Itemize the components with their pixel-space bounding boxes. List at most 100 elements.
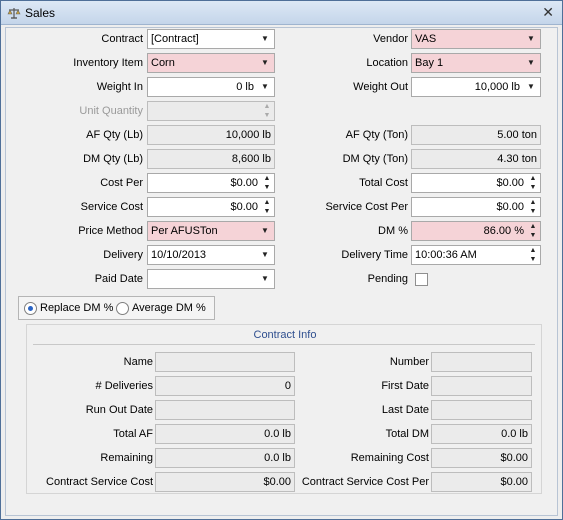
service-cost-per-field[interactable]: $0.00 ▲ ▼	[411, 197, 541, 217]
contract-value: [Contract]	[151, 33, 199, 45]
ci-contract-service-cost-per-field: $0.00	[431, 472, 532, 492]
ci-remaining-label: Remaining	[100, 452, 153, 464]
ci-total-dm-field: 0.0 lb	[431, 424, 532, 444]
service-cost-per-value: $0.00	[496, 201, 524, 213]
ci-total-af-field: 0.0 lb	[155, 424, 295, 444]
ci-last-date-field	[431, 400, 532, 420]
total-cost-value: $0.00	[496, 177, 524, 189]
average-dm-radio[interactable]	[116, 302, 129, 315]
vendor-dropdown[interactable]: VAS ▼	[411, 29, 541, 49]
delivery-label: Delivery	[103, 249, 143, 261]
chevron-down-icon[interactable]: ▼	[257, 55, 273, 71]
spinner-icon[interactable]: ▲ ▼	[527, 198, 539, 216]
inventory-item-dropdown[interactable]: Corn ▼	[147, 53, 275, 73]
dm-percent-label: DM %	[378, 225, 408, 237]
spinner-icon[interactable]: ▲ ▼	[527, 174, 539, 192]
chevron-down-icon[interactable]: ▼	[257, 223, 273, 239]
weight-out-value: 10,000 lb	[474, 81, 520, 93]
close-icon[interactable]: ✕	[542, 4, 554, 21]
ci-contract-service-cost-field: $0.00	[155, 472, 295, 492]
contract-info-group: Contract Info Name Number # Deliveries 0…	[26, 324, 542, 494]
ci-number-label: Number	[389, 356, 429, 368]
pending-label: Pending	[367, 273, 408, 285]
inventory-item-label: Inventory Item	[73, 57, 143, 69]
af-qty-lb-field: 10,000 lb	[147, 125, 275, 145]
price-method-dropdown[interactable]: Per AFUSTon ▼	[147, 221, 275, 241]
ci-run-out-date-label: Run Out Date	[85, 404, 153, 416]
dm-qty-lb-field: 8,600 lb	[147, 149, 275, 169]
spinner-icon: ▲ ▼	[263, 103, 271, 119]
af-qty-ton-label: AF Qty (Ton)	[345, 129, 408, 141]
delivery-time-value: 10:00:36 AM	[415, 249, 477, 261]
title-bar[interactable]: Sales ✕	[1, 1, 562, 25]
dm-percent-value: 86.00 %	[483, 225, 524, 237]
contract-label: Contract	[101, 33, 143, 45]
window-title: Sales	[25, 6, 56, 20]
ci-number-field	[431, 352, 532, 372]
ci-remaining-field: 0.0 lb	[155, 448, 295, 468]
chevron-down-icon[interactable]: ▼	[523, 79, 539, 95]
spinner-icon[interactable]: ▲ ▼	[261, 198, 273, 216]
cost-per-field[interactable]: $0.00 ▲ ▼	[147, 173, 275, 193]
service-cost-label: Service Cost	[80, 201, 143, 213]
dm-qty-lb-label: DM Qty (Lb)	[83, 153, 143, 165]
delivery-time-field[interactable]: 10:00:36 AM ▲ ▼	[411, 245, 541, 265]
ci-deliveries-label: # Deliveries	[95, 380, 153, 392]
spinner-icon[interactable]: ▲ ▼	[527, 222, 539, 240]
ci-contract-service-cost-per-label: Contract Service Cost Per	[301, 476, 429, 488]
divider	[33, 344, 535, 345]
price-method-label: Price Method	[78, 225, 143, 237]
price-method-value: Per AFUSTon	[151, 225, 218, 237]
unit-quantity-label: Unit Quantity	[79, 105, 143, 117]
cost-per-label: Cost Per	[100, 177, 143, 189]
chevron-down-icon[interactable]: ▼	[523, 31, 539, 47]
ci-remaining-cost-label: Remaining Cost	[350, 452, 429, 464]
location-dropdown[interactable]: Bay 1 ▼	[411, 53, 541, 73]
ci-name-field	[155, 352, 295, 372]
dm-qty-ton-label: DM Qty (Ton)	[342, 153, 408, 165]
unit-quantity-field: ▲ ▼	[147, 101, 275, 121]
replace-dm-label[interactable]: Replace DM %	[40, 302, 113, 314]
chevron-down-icon[interactable]: ▼	[257, 271, 273, 287]
dm-mode-group: Replace DM % Average DM %	[18, 296, 215, 320]
vendor-value: VAS	[415, 33, 437, 45]
delivery-value: 10/10/2013	[151, 249, 207, 261]
service-cost-per-label: Service Cost Per	[325, 201, 408, 213]
total-cost-label: Total Cost	[359, 177, 408, 189]
paid-date-label: Paid Date	[94, 273, 143, 285]
location-value: Bay 1	[415, 57, 444, 69]
dm-qty-ton-field: 4.30 ton	[411, 149, 541, 169]
ci-total-af-label: Total AF	[113, 428, 153, 440]
dm-percent-field[interactable]: 86.00 % ▲ ▼	[411, 221, 541, 241]
ci-deliveries-field: 0	[155, 376, 295, 396]
weight-out-label: Weight Out	[353, 81, 408, 93]
inventory-item-value: Corn	[151, 57, 175, 69]
service-cost-field[interactable]: $0.00 ▲ ▼	[147, 197, 275, 217]
pending-checkbox[interactable]	[415, 273, 428, 286]
sales-window: Sales ✕ Contract [Contract] ▼ Vendor VAS ▼…	[0, 0, 563, 520]
service-cost-value: $0.00	[230, 201, 258, 213]
contract-dropdown[interactable]: [Contract] ▼	[147, 29, 275, 49]
total-cost-field[interactable]: $0.00 ▲ ▼	[411, 173, 541, 193]
chevron-down-icon[interactable]: ▼	[523, 55, 539, 71]
location-label: Location	[366, 57, 408, 69]
spinner-icon[interactable]: ▲ ▼	[527, 246, 539, 264]
af-qty-ton-field: 5.00 ton	[411, 125, 541, 145]
form-body: Contract [Contract] ▼ Vendor VAS ▼ Invento…	[5, 27, 558, 516]
paid-date-picker[interactable]: ▼	[147, 269, 275, 289]
spinner-icon[interactable]: ▲ ▼	[261, 174, 273, 192]
weight-in-field[interactable]: 0 lb ▼	[147, 77, 275, 97]
average-dm-label[interactable]: Average DM %	[132, 302, 206, 314]
cost-per-value: $0.00	[230, 177, 258, 189]
vendor-label: Vendor	[373, 33, 408, 45]
chevron-down-icon[interactable]: ▼	[257, 247, 273, 263]
ci-last-date-label: Last Date	[381, 404, 429, 416]
ci-remaining-cost-field: $0.00	[431, 448, 532, 468]
chevron-down-icon[interactable]: ▼	[257, 79, 273, 95]
af-qty-lb-label: AF Qty (Lb)	[86, 129, 143, 141]
weight-out-field[interactable]: 10,000 lb ▼	[411, 77, 541, 97]
chevron-down-icon[interactable]: ▼	[257, 31, 273, 47]
replace-dm-radio[interactable]	[24, 302, 37, 315]
contract-info-title: Contract Info	[253, 329, 317, 341]
delivery-date-picker[interactable]: 10/10/2013 ▼	[147, 245, 275, 265]
